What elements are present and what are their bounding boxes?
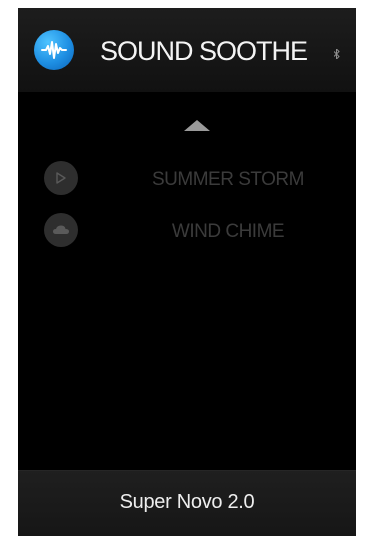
list-item-summer-storm[interactable]: SUMMER STORM xyxy=(18,160,356,196)
sound-wave-icon xyxy=(34,30,74,70)
device-name-label: Super Novo 2.0 xyxy=(119,491,255,513)
cloud-icon xyxy=(44,213,78,247)
app-title: SOUND SOOTHE xyxy=(100,36,308,66)
list-item-label: WIND CHIME xyxy=(171,221,285,242)
scroll-up-icon[interactable] xyxy=(184,120,210,131)
bluetooth-icon xyxy=(333,47,340,62)
play-icon xyxy=(44,161,78,195)
app-header: SOUND SOOTHE xyxy=(18,8,356,92)
list-item-label: SUMMER STORM xyxy=(152,169,304,190)
sound-soothe-app: SOUND SOOTHE SUMMER STORM WIND CHIME Sup… xyxy=(18,8,356,536)
list-item-wind-chime[interactable]: WIND CHIME xyxy=(18,212,356,248)
device-footer[interactable]: Super Novo 2.0 xyxy=(18,470,356,536)
